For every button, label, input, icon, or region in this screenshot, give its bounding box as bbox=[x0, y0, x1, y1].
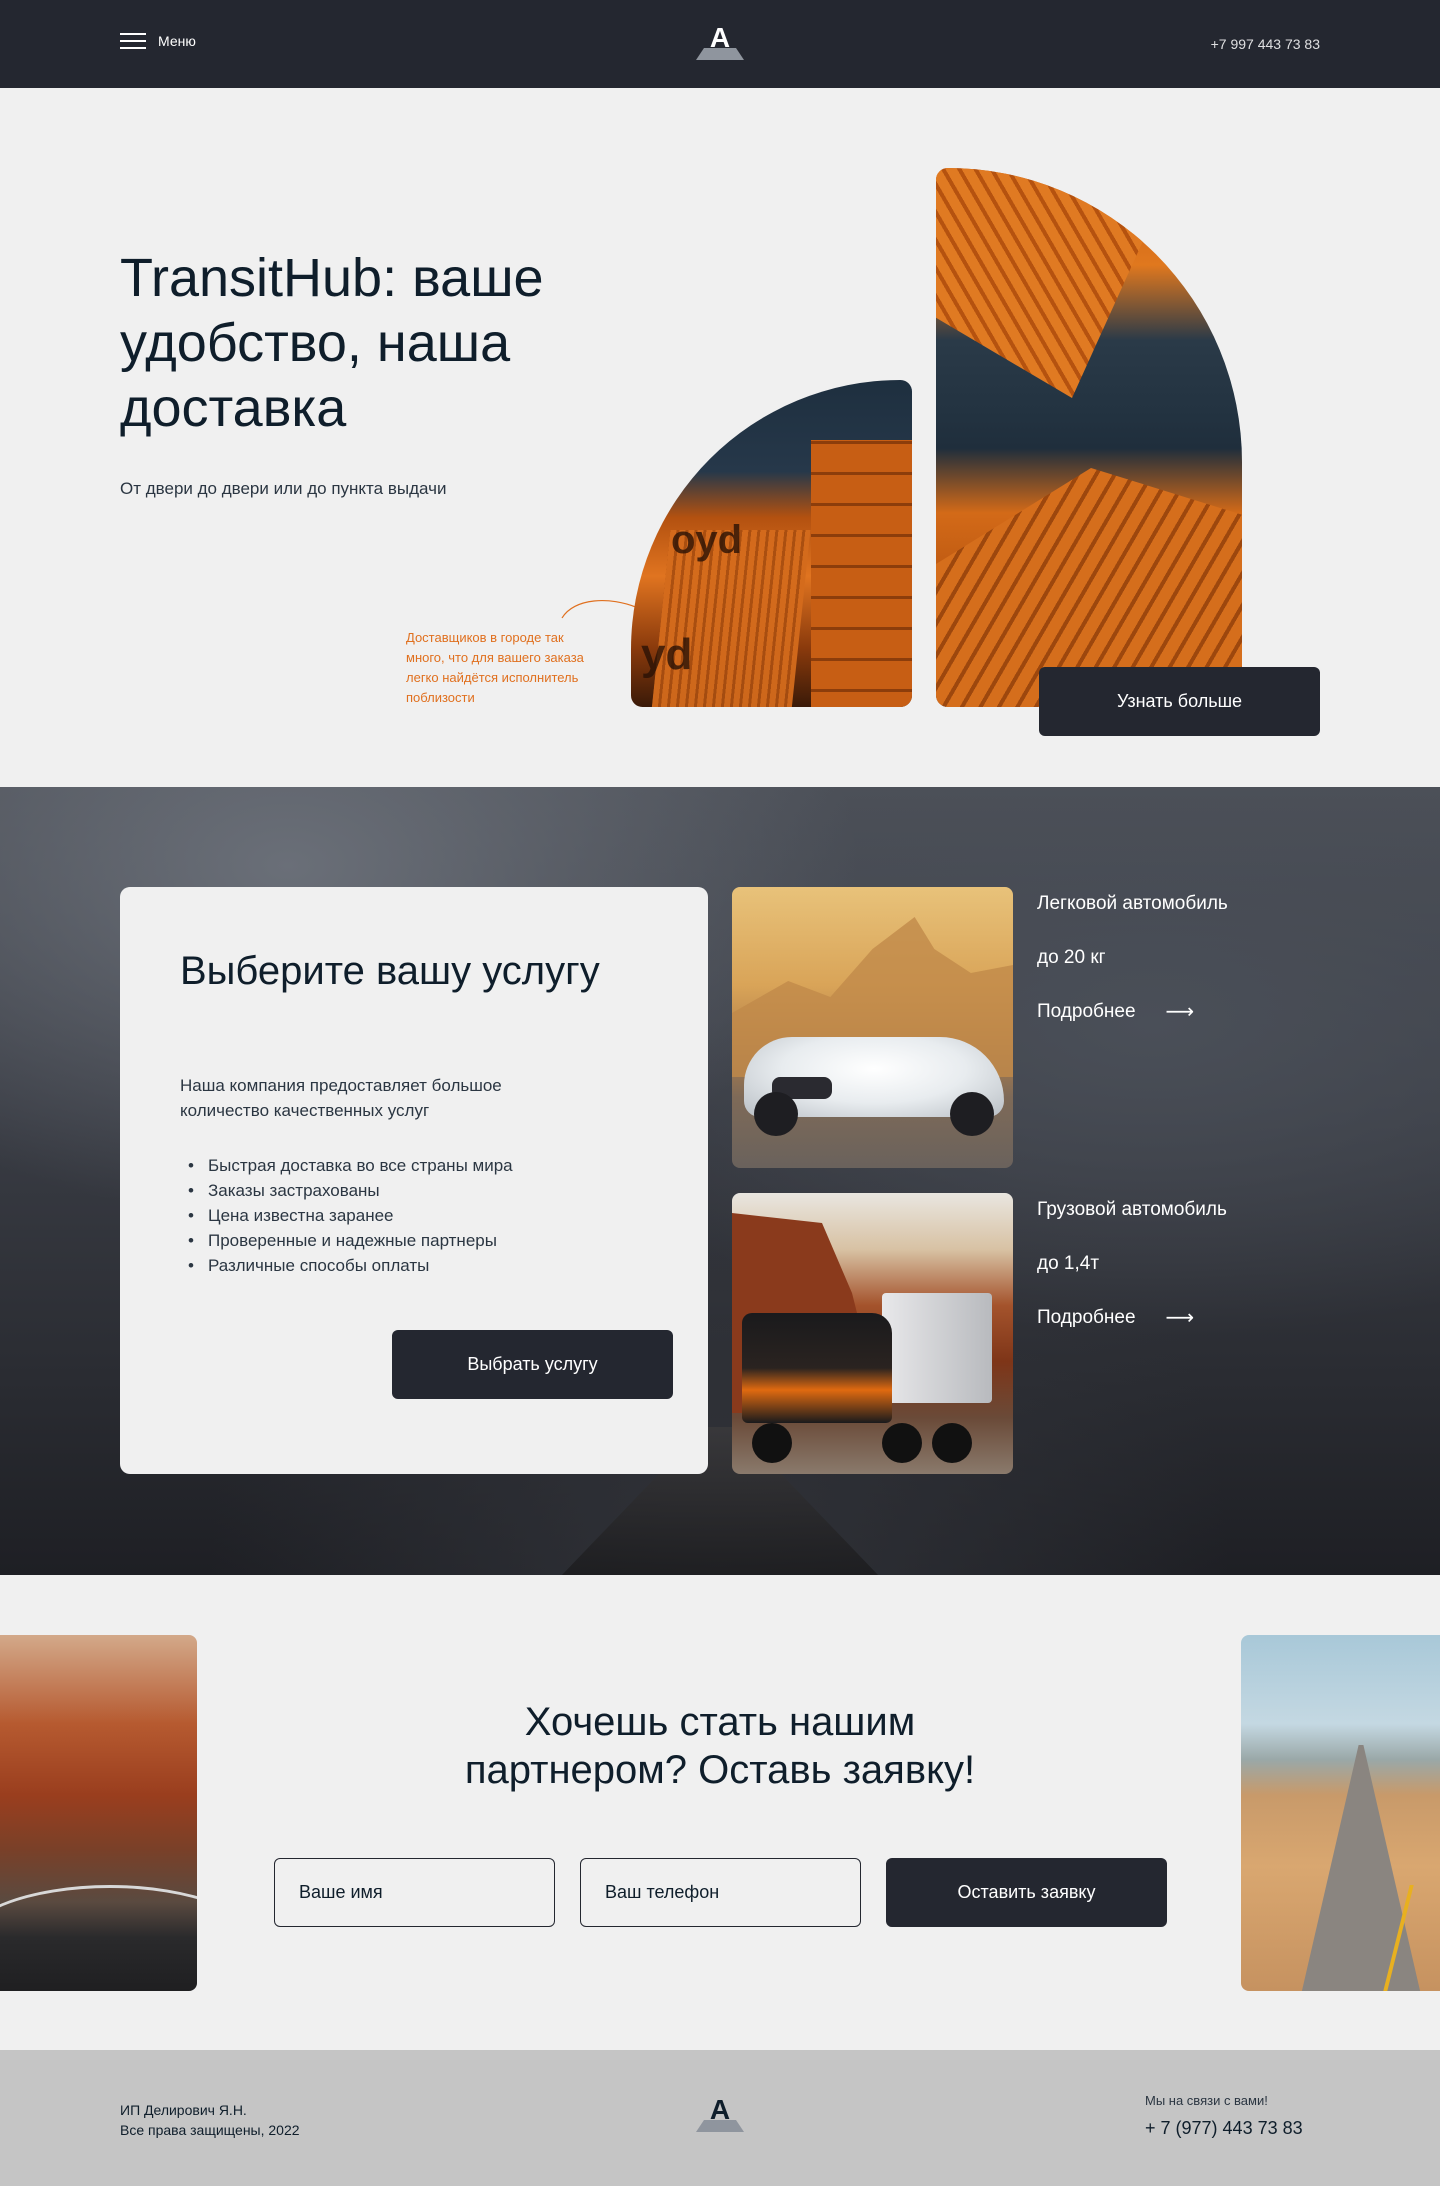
service-option-spec: до 1,4т bbox=[1037, 1253, 1100, 1274]
contact-caption: Мы на связи с вами! bbox=[1145, 2093, 1268, 2108]
more-label: Подробнее bbox=[1037, 1001, 1136, 1022]
canyon-road-image bbox=[0, 1635, 197, 1991]
logo-letter: A bbox=[709, 22, 731, 53]
logo-letter: A bbox=[709, 2094, 731, 2125]
note-curve-icon bbox=[561, 599, 639, 619]
service-option-car: Легковой автомобиль до 20 кг Подробнее ⟶ bbox=[1037, 892, 1228, 1024]
feature-item: Заказы застрахованы bbox=[180, 1178, 513, 1203]
menu-button[interactable]: Меню bbox=[120, 32, 196, 50]
service-option-name: Легковой автомобиль bbox=[1037, 893, 1228, 914]
services-card: Выберите вашу услугу Наша компания предо… bbox=[120, 887, 708, 1474]
features-list: Быстрая доставка во все страны мира Зака… bbox=[180, 1153, 513, 1278]
feature-item: Быстрая доставка во все страны мира bbox=[180, 1153, 513, 1178]
header-phone-link[interactable]: +7 997 443 73 83 bbox=[1211, 36, 1320, 52]
service-option-truck: Грузовой автомобиль до 1,4т Подробнее ⟶ bbox=[1037, 1198, 1227, 1330]
choose-service-button[interactable]: Выбрать услугу bbox=[392, 1330, 673, 1399]
feature-item: Цена известна заранее bbox=[180, 1203, 513, 1228]
desert-road-image bbox=[1241, 1635, 1440, 1991]
containers-image-left: oyd yd bbox=[631, 380, 912, 707]
footer-phone-link[interactable]: + 7 (977) 443 73 83 bbox=[1145, 2118, 1303, 2138]
site-footer: ИП Делирович Я.Н. Все права защищены, 20… bbox=[0, 2050, 1440, 2186]
car-image bbox=[732, 887, 1013, 1168]
feature-item: Различные способы оплаты bbox=[180, 1253, 513, 1278]
footer-logo[interactable]: A bbox=[696, 2094, 744, 2132]
feature-item: Проверенные и надежные партнеры bbox=[180, 1228, 513, 1253]
submit-request-button[interactable]: Оставить заявку bbox=[886, 1858, 1167, 1927]
partner-title: Хочешь стать нашим партнером? Оставь зая… bbox=[464, 1700, 976, 1792]
truck-image bbox=[732, 1193, 1013, 1474]
hero-title: TransitHub: ваше удобство, наша доставка bbox=[120, 248, 544, 438]
more-label: Подробнее bbox=[1037, 1307, 1136, 1328]
name-input[interactable] bbox=[274, 1858, 555, 1927]
hamburger-icon bbox=[120, 32, 146, 50]
hero-note: Доставщиков в городе так много, что для … bbox=[406, 630, 584, 705]
menu-label: Меню bbox=[158, 33, 196, 49]
containers-image-right bbox=[936, 168, 1242, 707]
services-section: Выберите вашу услугу Наша компания предо… bbox=[0, 787, 1440, 1575]
footer-legal: ИП Делирович Я.Н. Все права защищены, 20… bbox=[120, 2100, 300, 2140]
learn-more-button[interactable]: Узнать больше bbox=[1039, 667, 1320, 736]
arrow-right-icon: ⟶ bbox=[1165, 1001, 1195, 1023]
phone-input[interactable] bbox=[580, 1858, 861, 1927]
truck-more-link[interactable]: Подробнее ⟶ bbox=[1037, 1306, 1227, 1330]
footer-rights: Все права защищены, 2022 bbox=[120, 2122, 300, 2138]
footer-contact: Мы на связи с вами! + 7 (977) 443 73 83 bbox=[1145, 2093, 1303, 2139]
logo[interactable]: A bbox=[696, 22, 744, 60]
site-header: Меню A +7 997 443 73 83 bbox=[0, 0, 1440, 88]
footer-owner: ИП Делирович Я.Н. bbox=[120, 2102, 247, 2118]
arrow-right-icon: ⟶ bbox=[1165, 1307, 1195, 1329]
service-option-name: Грузовой автомобиль bbox=[1037, 1199, 1227, 1220]
car-more-link[interactable]: Подробнее ⟶ bbox=[1037, 1000, 1228, 1024]
hero-subtitle: От двери до двери или до пункта выдачи bbox=[120, 479, 447, 498]
services-description: Наша компания предоставляет большое коли… bbox=[180, 1076, 502, 1120]
services-title: Выберите вашу услугу bbox=[180, 949, 600, 993]
service-option-spec: до 20 кг bbox=[1037, 947, 1106, 968]
